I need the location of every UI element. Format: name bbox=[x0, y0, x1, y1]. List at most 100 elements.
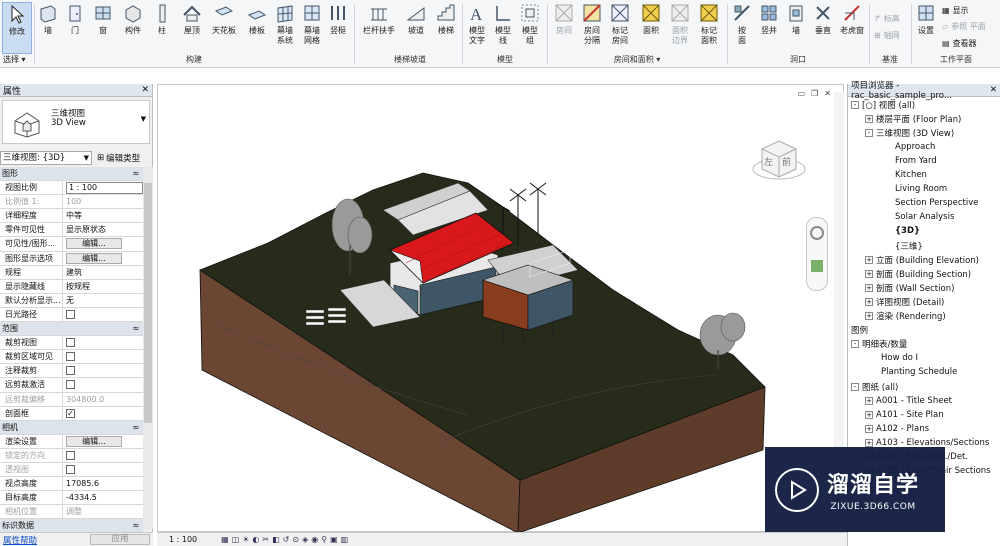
by-face-button[interactable]: 按 面 bbox=[730, 2, 754, 54]
mullion-button[interactable]: 竖梃 bbox=[326, 2, 350, 54]
view-control-icons[interactable]: ▦◫☀◐✂◧↺⊙◈◉⚲▣▥ bbox=[221, 535, 351, 544]
browser-node[interactable]: - [○] 视图 (all) bbox=[851, 98, 915, 111]
wall-opening-button[interactable]: 墙 bbox=[784, 2, 808, 54]
property-row[interactable]: 远剪裁激活 bbox=[0, 378, 143, 393]
browser-node[interactable]: + 渲染 (Rendering) bbox=[865, 310, 946, 323]
dormer-button[interactable]: 老虎窗 bbox=[837, 2, 867, 54]
navigation-bar[interactable] bbox=[806, 217, 828, 291]
collapse-icon[interactable]: ≈ bbox=[129, 519, 143, 532]
model-render[interactable] bbox=[158, 85, 845, 533]
curtain-system-button[interactable]: 幕墙 系统 bbox=[272, 2, 298, 54]
browser-node[interactable]: + 立面 (Building Elevation) bbox=[865, 253, 979, 266]
model-line-button[interactable]: 模型 线 bbox=[491, 2, 515, 54]
collapse-icon[interactable]: ≈ bbox=[129, 167, 143, 180]
property-row[interactable]: 渲染设置 编辑... bbox=[0, 434, 143, 449]
scrollbar-thumb[interactable] bbox=[144, 183, 152, 423]
browser-node[interactable]: Approach bbox=[895, 140, 935, 153]
type-selector[interactable]: 三维视图 3D View ▼ bbox=[2, 100, 150, 144]
browser-node[interactable]: + A101 - Site Plan bbox=[865, 408, 944, 421]
3d-viewport[interactable]: ▭ ❐ ✕ 左 前 bbox=[157, 84, 845, 533]
browser-node[interactable]: + A102 - Plans bbox=[865, 422, 929, 435]
browser-node[interactable]: - 图纸 (all) bbox=[851, 380, 898, 393]
steering-wheel-icon[interactable] bbox=[810, 226, 824, 240]
property-row[interactable]: 可见性/图形... 编辑... bbox=[0, 237, 143, 252]
browser-node[interactable]: + 详图视图 (Detail) bbox=[865, 295, 944, 308]
property-row[interactable]: 远剪裁偏移 304800.0 bbox=[0, 392, 143, 407]
browser-node[interactable]: Solar Analysis bbox=[895, 211, 954, 224]
property-row[interactable]: 零件可见性 显示原状态 bbox=[0, 223, 143, 238]
model-group-button[interactable]: 模型 组 bbox=[517, 2, 543, 54]
browser-node[interactable]: Living Room bbox=[895, 183, 947, 196]
grid-button[interactable]: ⊞ 轴网 bbox=[874, 30, 900, 41]
window-button[interactable]: 窗 bbox=[90, 2, 116, 54]
property-row[interactable]: 目标高度 -4334.5 bbox=[0, 491, 143, 506]
property-section[interactable]: 范围 ≈ bbox=[0, 322, 143, 337]
browser-node[interactable]: - 明细表/数量 bbox=[851, 338, 907, 351]
expand-icon[interactable]: + bbox=[865, 410, 873, 419]
room-button[interactable]: 房间 bbox=[551, 2, 577, 54]
property-row[interactable]: 图形显示选项 编辑... bbox=[0, 251, 143, 266]
property-row[interactable]: 视图比例 1 : 100 bbox=[0, 181, 143, 196]
expand-icon[interactable]: + bbox=[865, 269, 873, 278]
checkbox[interactable] bbox=[66, 309, 75, 319]
browser-node[interactable]: Kitchen bbox=[895, 169, 927, 182]
show-workplane-button[interactable]: ▦ 显示 bbox=[942, 5, 969, 16]
property-row[interactable]: 裁剪区域可见 bbox=[0, 350, 143, 365]
view-cube[interactable]: 左 前 bbox=[752, 131, 806, 185]
curtain-grid-button[interactable]: 幕墙 网格 bbox=[299, 2, 325, 54]
close-icon[interactable]: ✕ bbox=[990, 85, 997, 95]
property-row[interactable]: 剖面框 ✓ bbox=[0, 406, 143, 421]
property-row[interactable]: 规程 建筑 bbox=[0, 265, 143, 280]
checkbox[interactable] bbox=[66, 366, 75, 376]
expand-icon[interactable]: + bbox=[865, 255, 873, 264]
properties-scrollbar[interactable] bbox=[143, 167, 153, 529]
browser-node[interactable]: + 楼层平面 (Floor Plan) bbox=[865, 112, 961, 125]
property-value[interactable]: 1 : 100 bbox=[66, 182, 143, 195]
property-row[interactable]: 比例值 1: 100 bbox=[0, 195, 143, 210]
property-row[interactable]: 相机位置 调整 bbox=[0, 505, 143, 520]
area-boundary-button[interactable]: 面积 边界 bbox=[667, 2, 693, 54]
browser-node[interactable]: + A001 - Title Sheet bbox=[865, 394, 952, 407]
collapse-icon[interactable]: - bbox=[851, 340, 859, 349]
column-button[interactable]: 柱 bbox=[150, 2, 174, 54]
zoom-icon[interactable] bbox=[811, 260, 823, 272]
edit-type-button[interactable]: ⊞ 编辑类型 bbox=[97, 152, 140, 164]
property-row[interactable]: 裁剪视图 bbox=[0, 336, 143, 351]
properties-help-link[interactable]: 属性帮助 bbox=[3, 534, 37, 546]
edit-button[interactable]: 编辑... bbox=[66, 238, 122, 250]
expand-icon[interactable]: + bbox=[865, 283, 873, 292]
checkbox[interactable]: ✓ bbox=[66, 408, 75, 418]
property-row[interactable]: 详细程度 中等 bbox=[0, 209, 143, 224]
railing-button[interactable]: 栏杆扶手 bbox=[360, 2, 398, 54]
ceiling-button[interactable]: 天花板 bbox=[208, 2, 240, 54]
component-button[interactable]: 构件 bbox=[118, 2, 148, 54]
area-button[interactable]: 面积 bbox=[637, 2, 665, 54]
door-button[interactable]: 门 bbox=[62, 2, 88, 54]
property-row[interactable]: 透视图 bbox=[0, 462, 143, 478]
vertical-opening-button[interactable]: 垂直 bbox=[810, 2, 836, 54]
wall-button[interactable]: 墙 bbox=[36, 2, 60, 54]
checkbox[interactable] bbox=[66, 464, 75, 474]
property-row[interactable]: 日光路径 bbox=[0, 307, 143, 323]
apply-button[interactable]: 应用 bbox=[90, 534, 150, 545]
browser-node[interactable]: - 三维视图 (3D View) bbox=[865, 126, 954, 139]
property-row[interactable]: 视点高度 17085.6 bbox=[0, 477, 143, 492]
edit-button[interactable]: 编辑... bbox=[66, 435, 122, 447]
modify-button[interactable]: 修改 bbox=[2, 2, 32, 54]
browser-node[interactable]: {三维} bbox=[895, 239, 923, 252]
viewer-button[interactable]: ▤ 查看器 bbox=[942, 38, 977, 49]
browser-node[interactable]: + 剖面 (Building Section) bbox=[865, 267, 971, 280]
property-section[interactable]: 图形 ≈ bbox=[0, 167, 143, 182]
expand-icon[interactable]: + bbox=[865, 114, 873, 123]
property-row[interactable]: 注释裁剪 bbox=[0, 364, 143, 379]
browser-node[interactable]: From Yard bbox=[895, 154, 937, 167]
checkbox[interactable] bbox=[66, 450, 75, 460]
view-scale[interactable]: 1 : 100 bbox=[169, 535, 197, 544]
instance-filter-select[interactable]: 三维视图: {3D} ▼ bbox=[0, 151, 92, 165]
view-cube-graphic[interactable] bbox=[752, 131, 806, 185]
close-icon[interactable]: ✕ bbox=[141, 85, 149, 95]
floor-button[interactable]: 楼板 bbox=[242, 2, 272, 54]
browser-node[interactable]: How do I bbox=[881, 352, 918, 365]
checkbox[interactable] bbox=[66, 380, 75, 390]
expand-icon[interactable]: + bbox=[865, 438, 873, 447]
